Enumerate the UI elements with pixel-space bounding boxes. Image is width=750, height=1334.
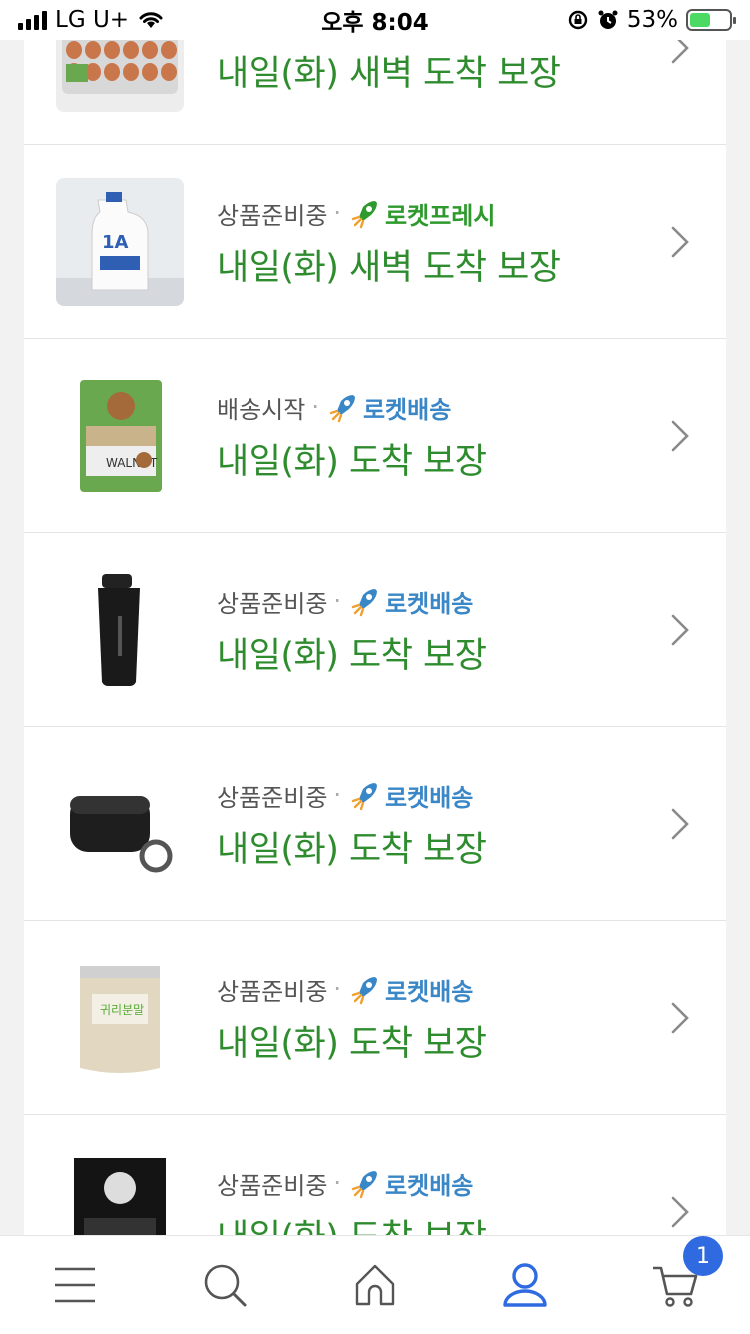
order-info: 상품준비중· 로켓배송내일(화) 도착 보장 — [217, 777, 487, 872]
order-item[interactable]: 상품준비중· 로켓배송내일(화) 도착 보장 — [24, 532, 726, 726]
order-status: 상품준비중 — [217, 977, 328, 1006]
order-info: 배송시작 · 로켓배송내일(화) 도착 보장 — [217, 389, 487, 484]
orientation-lock-icon — [568, 10, 588, 30]
cart-count-badge: 1 — [683, 1236, 723, 1276]
arrival-guarantee: 내일(화) 도착 보장 — [217, 636, 487, 676]
product-thumbnail[interactable] — [56, 565, 184, 694]
chevron-right-icon — [671, 1196, 689, 1227]
chevron-right-icon — [671, 1002, 689, 1033]
delivery-badge: 로켓배송 — [385, 977, 474, 1006]
order-meta: 상품준비중 · 로켓프레시 — [217, 195, 561, 231]
wifi-icon — [139, 12, 163, 28]
menu-icon — [55, 1267, 95, 1303]
menu-button[interactable] — [35, 1250, 115, 1320]
chevron-right-icon — [671, 808, 689, 839]
order-meta: 상품준비중 · 로켓배송 — [217, 583, 486, 619]
chevron-right-icon — [671, 614, 689, 645]
delivery-badge: 로켓배송 — [362, 395, 452, 424]
my-page-button[interactable] — [485, 1250, 565, 1320]
rocket-icon — [351, 201, 378, 229]
rocket-icon — [351, 1171, 378, 1199]
order-item[interactable]: 1A 상품준비중 · 로켓프레시내일(화) 새벽 도착 보장 — [24, 144, 726, 338]
order-status: 상품준비중 — [217, 783, 328, 812]
rocket-icon — [351, 589, 378, 617]
rocket-icon — [329, 395, 355, 423]
battery-percent: 53% — [626, 7, 678, 33]
order-info: 상품준비중· 로켓배송내일(화) 도착 보장 — [217, 583, 487, 678]
delivery-badge: 로켓배송 — [385, 589, 474, 618]
separator-dot: · — [311, 393, 319, 421]
svg-text:귀리분말: 귀리분말 — [100, 1003, 144, 1017]
bottom-nav: 1 — [0, 1235, 750, 1334]
separator-dot: · — [333, 587, 342, 615]
order-item[interactable]: WALNUT 배송시작 · 로켓배송내일(화) 도착 보장 — [24, 338, 726, 532]
product-thumbnail[interactable]: WALNUT — [56, 371, 184, 500]
status-left: LG U+ — [18, 7, 165, 33]
separator-dot: · — [333, 975, 342, 1003]
rocket-icon — [351, 977, 378, 1005]
order-status: 상품준비중 — [217, 1171, 328, 1200]
product-thumbnail[interactable]: 1A — [56, 177, 184, 306]
arrival-guarantee: 내일(화) 새벽 도착 보장 — [217, 248, 561, 288]
chevron-right-icon — [671, 226, 689, 257]
delivery-badge: 로켓프레시 — [385, 201, 496, 230]
cart-button[interactable]: 1 — [635, 1236, 723, 1320]
arrival-guarantee: 내일(화) 도착 보장 — [217, 1024, 487, 1064]
home-icon — [355, 1264, 395, 1306]
order-item[interactable]: 상품준비중· 로켓배송내일(화) 도착 보장 — [24, 726, 726, 920]
order-status: 상품준비중 — [217, 589, 328, 618]
rocket-icon — [351, 783, 378, 811]
separator-dot: · — [333, 781, 342, 809]
order-status: 상품준비중 — [217, 201, 328, 230]
svg-text:1A: 1A — [102, 232, 129, 253]
search-icon — [204, 1264, 247, 1307]
order-list: 내일(화) 새벽 도착 보장 1A 상품준비중 · 로켓프레시 내일(화) 새벽 도착 보… — [24, 0, 726, 1308]
product-thumbnail[interactable] — [56, 759, 184, 888]
chevron-right-icon — [671, 420, 689, 451]
order-info: 상품준비중 · 로켓프레시내일(화) 새벽 도착 보장 — [217, 195, 561, 290]
order-info: 상품준비중· 로켓배송내일(화) 도착 보장 — [217, 971, 487, 1066]
signal-icon — [18, 10, 47, 30]
order-meta: 배송시작 · 로켓배송 — [217, 389, 486, 425]
arrival-guarantee: 내일(화) 새벽 도착 보장 — [217, 54, 561, 94]
search-button[interactable] — [185, 1250, 265, 1320]
user-icon — [503, 1263, 547, 1307]
battery-icon — [686, 9, 736, 31]
status-right: 53% — [567, 7, 736, 33]
separator-dot: · — [333, 1169, 342, 1197]
order-meta: 상품준비중 · 로켓배송 — [217, 1165, 486, 1201]
home-button[interactable] — [335, 1250, 415, 1320]
status-bar: LG U+ 오후 8:04 53% — [0, 0, 750, 40]
order-meta: 상품준비중 · 로켓배송 — [217, 777, 486, 813]
alarm-icon — [598, 10, 618, 29]
carrier-label: LG U+ — [55, 7, 130, 33]
order-status: 배송시작 — [217, 395, 306, 424]
arrival-guarantee: 내일(화) 도착 보장 — [217, 830, 487, 870]
product-thumbnail[interactable]: 귀리분말 — [56, 953, 184, 1082]
arrival-guarantee: 내일(화) 도착 보장 — [217, 442, 487, 482]
delivery-badge: 로켓배송 — [385, 1171, 474, 1200]
order-meta: 상품준비중 · 로켓배송 — [217, 971, 486, 1007]
delivery-badge: 로켓배송 — [385, 783, 474, 812]
order-item[interactable]: 귀리분말 상품준비중 · 로켓배송내일(화) 도착 보장 — [24, 920, 726, 1114]
separator-dot: · — [333, 199, 342, 227]
